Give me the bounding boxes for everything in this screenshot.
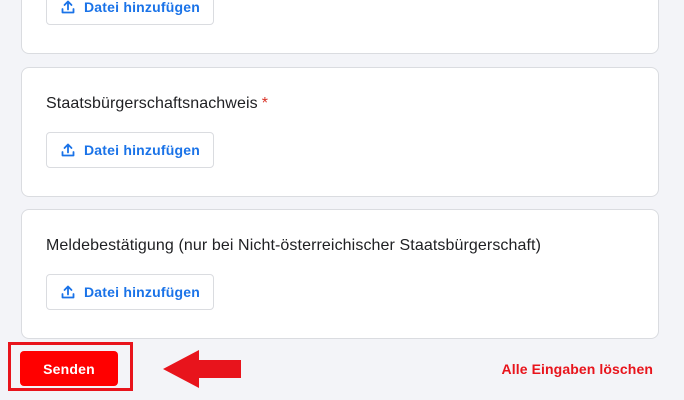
upload-question-card: Datei hinzufügen bbox=[21, 0, 659, 54]
upload-question-card: Staatsbürgerschaftsnachweis * Datei hinzu… bbox=[21, 67, 659, 197]
add-file-button[interactable]: Datei hinzufügen bbox=[46, 0, 214, 25]
add-file-button[interactable]: Datei hinzufügen bbox=[46, 132, 214, 168]
question-title-text: Staatsbürgerschaftsnachweis bbox=[46, 95, 258, 112]
upload-icon bbox=[61, 143, 75, 157]
add-file-button-label: Datei hinzufügen bbox=[84, 142, 200, 158]
upload-question-card: Meldebestätigung (nur bei Nicht-österrei… bbox=[21, 209, 659, 339]
pointer-arrow-icon bbox=[163, 350, 241, 388]
add-file-button-label: Datei hinzufügen bbox=[84, 0, 200, 15]
submit-button-label: Senden bbox=[43, 360, 95, 377]
clear-form-link[interactable]: Alle Eingaben löschen bbox=[502, 361, 653, 377]
add-file-button-label: Datei hinzufügen bbox=[84, 284, 200, 300]
upload-icon bbox=[61, 0, 75, 14]
add-file-button[interactable]: Datei hinzufügen bbox=[46, 274, 214, 310]
upload-icon bbox=[61, 285, 75, 299]
required-asterisk: * bbox=[261, 95, 269, 112]
question-title: Meldebestätigung (nur bei Nicht-österrei… bbox=[46, 237, 541, 255]
question-title: Staatsbürgerschaftsnachweis * bbox=[46, 95, 268, 113]
question-title-text: Meldebestätigung (nur bei Nicht-österrei… bbox=[46, 237, 542, 254]
submit-button[interactable]: Senden bbox=[20, 351, 118, 386]
